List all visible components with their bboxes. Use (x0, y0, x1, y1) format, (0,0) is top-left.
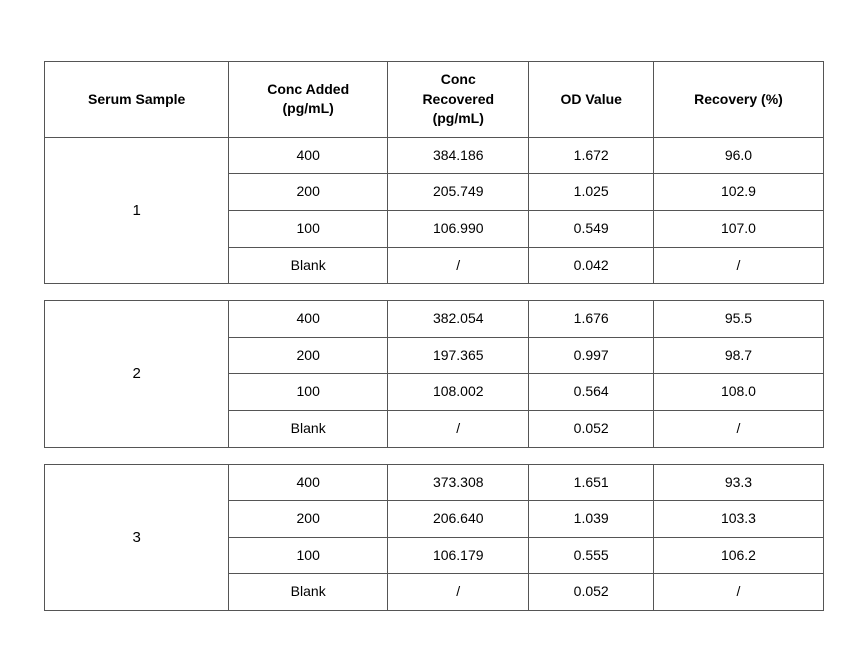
recovery-cell: 98.7 (653, 337, 823, 374)
conc-recovered-cell: / (388, 247, 529, 284)
recovery-table-wrapper: Serum Sample Conc Added(pg/mL) ConcRecov… (44, 61, 824, 611)
conc-added-cell: 400 (229, 301, 388, 338)
header-od-value: OD Value (529, 62, 653, 138)
conc-added-cell: 200 (229, 174, 388, 211)
conc-recovered-cell: 108.002 (388, 374, 529, 411)
recovery-cell: 93.3 (653, 464, 823, 501)
recovery-cell: / (653, 247, 823, 284)
od-value-cell: 1.039 (529, 501, 653, 538)
table-row: 3400373.3081.65193.3 (45, 464, 824, 501)
header-row: Serum Sample Conc Added(pg/mL) ConcRecov… (45, 62, 824, 138)
conc-recovered-cell: 197.365 (388, 337, 529, 374)
conc-added-cell: Blank (229, 410, 388, 447)
recovery-cell: 95.5 (653, 301, 823, 338)
spacer-row (45, 284, 824, 301)
header-conc-recovered: ConcRecovered(pg/mL) (388, 62, 529, 138)
conc-recovered-cell: 373.308 (388, 464, 529, 501)
od-value-cell: 0.997 (529, 337, 653, 374)
conc-recovered-cell: 384.186 (388, 137, 529, 174)
conc-recovered-cell: 106.990 (388, 211, 529, 248)
recovery-cell: 106.2 (653, 537, 823, 574)
conc-added-cell: 200 (229, 337, 388, 374)
conc-recovered-cell: / (388, 410, 529, 447)
table-row: 2400382.0541.67695.5 (45, 301, 824, 338)
conc-added-cell: 400 (229, 137, 388, 174)
od-value-cell: 1.672 (529, 137, 653, 174)
conc-recovered-cell: 382.054 (388, 301, 529, 338)
recovery-table: Serum Sample Conc Added(pg/mL) ConcRecov… (44, 61, 824, 611)
od-value-cell: 1.025 (529, 174, 653, 211)
recovery-cell: 102.9 (653, 174, 823, 211)
od-value-cell: 0.052 (529, 410, 653, 447)
od-value-cell: 1.651 (529, 464, 653, 501)
od-value-cell: 1.676 (529, 301, 653, 338)
header-recovery: Recovery (%) (653, 62, 823, 138)
conc-added-cell: 400 (229, 464, 388, 501)
conc-added-cell: 100 (229, 374, 388, 411)
conc-recovered-cell: 206.640 (388, 501, 529, 538)
conc-added-cell: 200 (229, 501, 388, 538)
od-value-cell: 0.555 (529, 537, 653, 574)
serum-label-3: 3 (45, 464, 229, 610)
recovery-cell: 107.0 (653, 211, 823, 248)
od-value-cell: 0.042 (529, 247, 653, 284)
conc-added-cell: 100 (229, 211, 388, 248)
conc-recovered-cell: 205.749 (388, 174, 529, 211)
conc-recovered-cell: / (388, 574, 529, 611)
header-serum: Serum Sample (45, 62, 229, 138)
conc-recovered-cell: 106.179 (388, 537, 529, 574)
recovery-cell: 108.0 (653, 374, 823, 411)
serum-label-1: 1 (45, 137, 229, 283)
recovery-cell: 96.0 (653, 137, 823, 174)
recovery-cell: / (653, 410, 823, 447)
serum-label-2: 2 (45, 301, 229, 447)
od-value-cell: 0.052 (529, 574, 653, 611)
header-conc-added: Conc Added(pg/mL) (229, 62, 388, 138)
conc-added-cell: 100 (229, 537, 388, 574)
recovery-cell: / (653, 574, 823, 611)
od-value-cell: 0.549 (529, 211, 653, 248)
conc-added-cell: Blank (229, 574, 388, 611)
od-value-cell: 0.564 (529, 374, 653, 411)
table-row: 1400384.1861.67296.0 (45, 137, 824, 174)
recovery-cell: 103.3 (653, 501, 823, 538)
spacer-row (45, 447, 824, 464)
conc-added-cell: Blank (229, 247, 388, 284)
